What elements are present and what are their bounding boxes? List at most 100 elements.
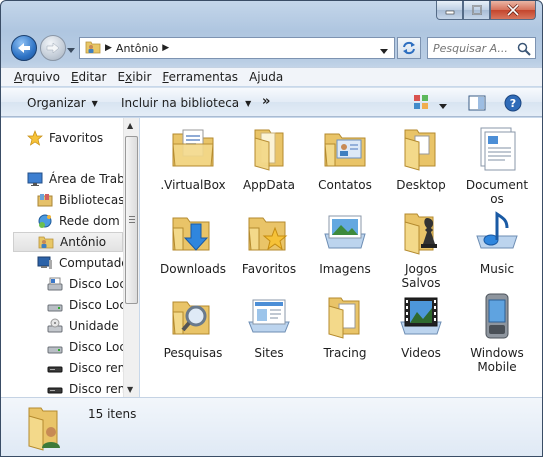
command-bar: Organizar ▼ Incluir na biblioteca ▼ » ? [1, 87, 542, 117]
desktop-icon [27, 171, 43, 187]
help-icon: ? [504, 94, 522, 112]
menu-exibir[interactable]: Exibir [118, 70, 152, 84]
saved-games-icon [404, 213, 437, 255]
searches-folder-icon [172, 301, 210, 335]
folder-icon [254, 129, 284, 171]
chevron-down-icon: ▼ [245, 98, 252, 108]
arrow-left-icon [18, 43, 30, 53]
documents-icon [480, 127, 516, 171]
file-item-documentos[interactable]: Document os [458, 124, 536, 206]
file-item-pesquisas[interactable]: Pesquisas [154, 292, 232, 360]
address-bar[interactable]: ▶ Antônio ▶ [79, 37, 395, 59]
breadcrumb-antonio[interactable]: Antônio [116, 42, 158, 55]
menu-ajuda[interactable]: Ajuda [249, 70, 283, 84]
maximize-icon [471, 5, 482, 15]
user-folder-icon [85, 39, 101, 58]
file-item-sites[interactable]: Sites [230, 292, 308, 360]
caption-buttons [436, 1, 536, 21]
chevron-down-icon [67, 48, 75, 53]
include-library-button[interactable]: Incluir na biblioteca ▼ [121, 96, 251, 110]
file-list: .VirtualBox AppData Contatos Desktop Doc… [140, 118, 542, 397]
navigation-pane: Favoritos Área de Traba Bibliotecas Rede… [1, 118, 139, 397]
desktop-folder-icon [404, 129, 436, 171]
preview-pane-icon [468, 95, 486, 111]
item-count: 15 itens [88, 407, 137, 421]
libraries-icon [37, 192, 53, 208]
back-button[interactable] [11, 35, 37, 61]
removable-drive-icon [47, 381, 63, 397]
drive-icon [47, 276, 63, 292]
folder-document-icon [172, 129, 214, 167]
sites-icon [248, 299, 290, 333]
view-grid-icon [414, 95, 428, 109]
drive-icon [47, 297, 63, 313]
menu-arquivo[interactable]: Arquivo [14, 70, 60, 84]
music-icon [476, 211, 518, 249]
organize-button[interactable]: Organizar ▼ [27, 96, 98, 110]
pictures-icon [324, 215, 366, 249]
network-icon [37, 213, 53, 229]
search-input[interactable] [433, 41, 517, 55]
refresh-icon [403, 41, 415, 55]
menu-ferramentas[interactable]: Ferramentas [162, 70, 238, 84]
forward-button[interactable] [40, 35, 66, 61]
change-view-button[interactable] [413, 94, 431, 113]
downloads-folder-icon [172, 217, 210, 251]
refresh-button[interactable] [397, 37, 421, 59]
scroll-down-icon[interactable]: ▼ [127, 385, 133, 394]
file-item-imagens[interactable]: Imagens [306, 208, 384, 276]
more-commands-button[interactable]: » [262, 94, 270, 109]
close-icon [506, 4, 520, 16]
breadcrumb-separator[interactable]: ▶ [105, 43, 112, 53]
recent-pages-dropdown[interactable] [67, 44, 75, 57]
file-item-tracing[interactable]: Tracing [306, 292, 384, 360]
mobile-device-icon [485, 293, 509, 339]
navigation-bar: ▶ Antônio ▶ [1, 29, 542, 65]
file-item-appdata[interactable]: AppData [230, 124, 308, 192]
file-item-videos[interactable]: Videos [382, 292, 460, 360]
explorer-window: ▶ Antônio ▶ Arquivo Editar Exibir Ferram… [0, 0, 543, 457]
navpane-scrollbar[interactable]: ▲ ▼ [123, 118, 139, 397]
address-history-dropdown[interactable] [380, 45, 388, 58]
removable-drive-icon [47, 360, 63, 376]
drive-icon [47, 339, 63, 355]
file-item-windows-mobile[interactable]: Windows Mobile [458, 292, 536, 374]
file-item-downloads[interactable]: Downloads [154, 208, 232, 276]
search-icon[interactable] [517, 42, 531, 56]
file-item-virtualbox[interactable]: .VirtualBox [154, 124, 232, 192]
user-folder-icon [38, 234, 54, 250]
chevron-down-icon: ▼ [91, 98, 98, 108]
folder-file-icon [328, 297, 360, 339]
maximize-button[interactable] [463, 1, 490, 20]
tree-item-antonio[interactable]: Antônio [13, 232, 123, 252]
computer-icon [37, 255, 53, 271]
user-folder-icon [28, 407, 60, 451]
file-item-favoritos[interactable]: Favoritos [230, 208, 308, 276]
videos-icon [400, 297, 442, 335]
file-item-contatos[interactable]: Contatos [306, 124, 384, 192]
help-button[interactable]: ? [504, 94, 522, 115]
favorites-folder-icon [248, 217, 288, 251]
menu-editar[interactable]: Editar [71, 70, 107, 84]
file-item-jogos-salvos[interactable]: Jogos Salvos [382, 208, 460, 290]
svg-text:?: ? [510, 97, 516, 110]
arrow-right-icon [46, 42, 60, 54]
breadcrumb-separator[interactable]: ▶ [162, 43, 169, 53]
chevron-down-icon [439, 104, 447, 109]
details-pane: 15 itens [1, 397, 542, 456]
menu-bar: Arquivo Editar Exibir Ferramentas Ajuda [1, 67, 542, 86]
cd-drive-icon [47, 318, 63, 334]
contacts-folder-icon [324, 133, 366, 167]
view-options-dropdown[interactable] [439, 100, 447, 113]
file-item-desktop[interactable]: Desktop [382, 124, 460, 192]
scroll-up-icon[interactable]: ▲ [127, 121, 133, 130]
chevron-down-icon [380, 49, 388, 54]
close-button[interactable] [490, 1, 536, 20]
preview-pane-button[interactable] [468, 95, 486, 114]
minimize-icon [445, 10, 454, 15]
scrollbar-thumb[interactable] [125, 136, 138, 304]
search-box[interactable] [427, 37, 536, 59]
star-icon [27, 130, 43, 146]
minimize-button[interactable] [436, 1, 463, 20]
file-item-music[interactable]: Music [458, 208, 536, 276]
